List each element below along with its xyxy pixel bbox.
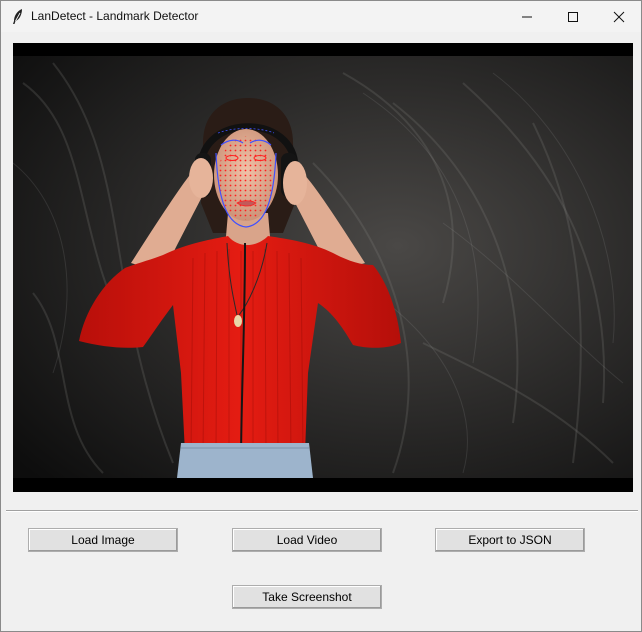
window-title: LanDetect - Landmark Detector — [31, 9, 199, 23]
feather-icon — [11, 8, 25, 25]
close-icon — [613, 11, 625, 23]
separator — [6, 510, 638, 512]
load-image-button[interactable]: Load Image — [28, 528, 178, 552]
preview-image — [13, 56, 633, 478]
take-screenshot-button[interactable]: Take Screenshot — [232, 585, 382, 609]
minimize-button[interactable] — [504, 1, 550, 32]
close-button[interactable] — [596, 1, 641, 32]
title-bar[interactable]: LanDetect - Landmark Detector — [1, 1, 641, 32]
minimize-icon — [522, 16, 532, 18]
load-video-button[interactable]: Load Video — [232, 528, 382, 552]
export-json-button[interactable]: Export to JSON — [435, 528, 585, 552]
maximize-icon — [568, 12, 578, 22]
app-window: LanDetect - Landmark Detector Load Image… — [0, 0, 642, 632]
video-preview — [13, 43, 633, 492]
maximize-button[interactable] — [550, 1, 596, 32]
